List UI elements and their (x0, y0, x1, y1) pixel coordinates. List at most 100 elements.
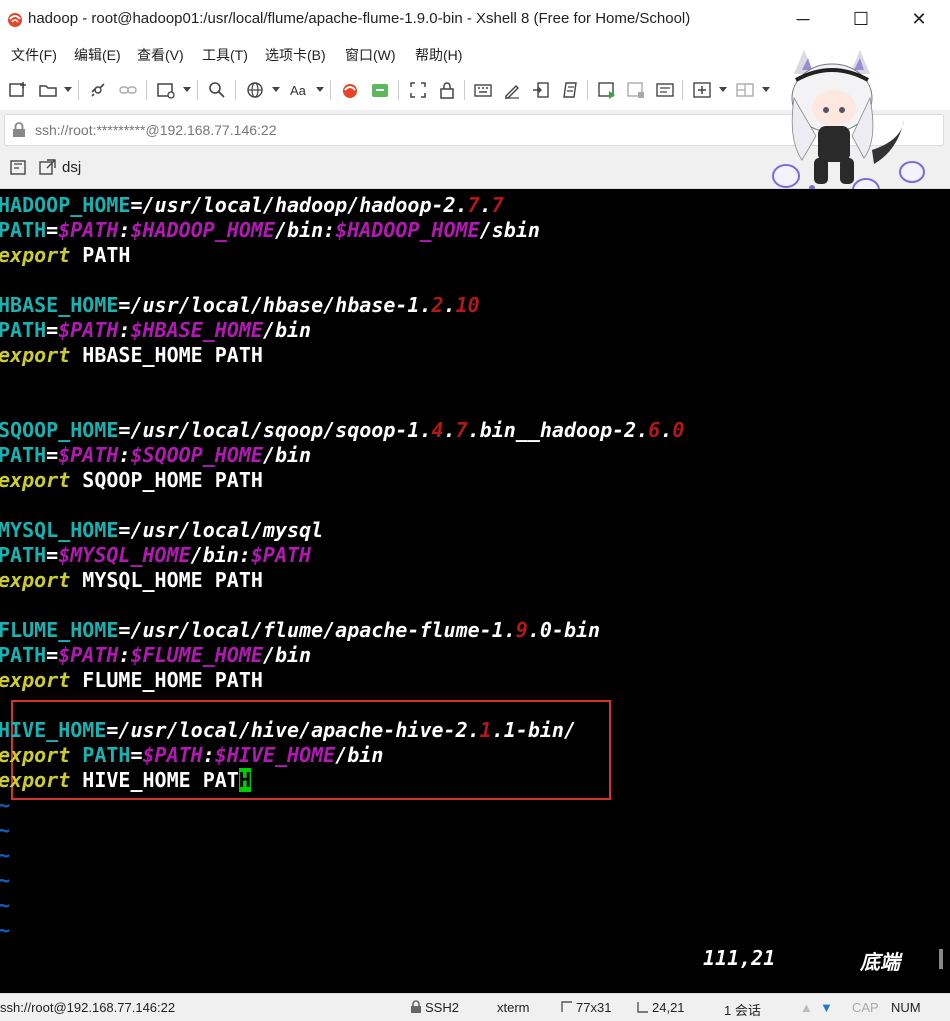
maximize-button[interactable]: ☐ (832, 0, 890, 38)
terminal-token: HBASE_HOME (0, 293, 119, 317)
terminal-token: : (118, 443, 131, 467)
terminal-token: PATH (0, 543, 47, 567)
terminal-output[interactable]: 111,21 底端 HADOOP_HOME=/usr/local/hadoop/… (0, 189, 950, 993)
status-terminal-type: xterm (497, 1000, 530, 1015)
terminal-token: $PATH (58, 643, 119, 667)
terminal-token: = (46, 443, 59, 467)
chevron-down-icon[interactable] (183, 87, 191, 92)
keyboard-icon[interactable] (471, 78, 495, 102)
close-button[interactable]: ✕ (890, 0, 948, 38)
external-link-icon[interactable] (39, 159, 56, 176)
terminal-line: export PATH=$PATH:$HIVE_HOME/bin (0, 743, 383, 767)
terminal-token: /bin: (190, 543, 251, 567)
chevron-down-icon[interactable] (272, 87, 280, 92)
terminal-token: $PATH (142, 743, 203, 767)
terminal-token: = (46, 643, 59, 667)
svg-text:Aa: Aa (290, 83, 307, 98)
cursor-position-icon (637, 1002, 648, 1013)
terminal-token: export (0, 768, 71, 792)
terminal-token: ~ (0, 843, 11, 867)
open-folder-icon[interactable] (36, 78, 60, 102)
terminal-token: =/usr/local/hadoop/hadoop-2. (130, 193, 468, 217)
minimize-button[interactable]: ─ (774, 0, 832, 38)
menu-tabs[interactable]: 选项卡(B) (265, 45, 326, 65)
terminal-token: PATH (0, 218, 47, 242)
mascot-illustration-icon (772, 50, 925, 202)
terminal-token: ~ (0, 818, 11, 842)
terminal-token: PATH (70, 243, 131, 267)
font-icon[interactable]: Aa (287, 78, 311, 102)
terminal-scrollbar[interactable] (934, 189, 950, 993)
terminal-token: =/usr/local/flume/apache-flume-1. (118, 618, 516, 642)
new-tab-icon[interactable] (690, 78, 714, 102)
terminal-token: /bin (335, 743, 384, 767)
terminal-token: ~ (0, 868, 11, 892)
tab-dsj[interactable]: dsj (62, 159, 81, 176)
compose-icon[interactable] (500, 78, 524, 102)
title-bar: hadoop - root@hadoop01:/usr/local/flume/… (0, 0, 950, 38)
menu-view[interactable]: 查看(V) (137, 45, 184, 65)
terminal-line: PATH=$PATH:$HADOOP_HOME/bin:$HADOOP_HOME… (0, 218, 540, 242)
terminal-line: ~ (0, 793, 10, 817)
terminal-token: 2 (431, 293, 444, 317)
lock-icon[interactable] (435, 78, 459, 102)
menu-tools[interactable]: 工具(T) (202, 45, 248, 65)
properties-icon[interactable] (154, 78, 178, 102)
transfer-icon[interactable] (529, 78, 553, 102)
scrollbar-thumb[interactable] (939, 949, 943, 969)
scroll-up-icon[interactable]: ▲ (800, 1000, 813, 1015)
terminal-token: 9 (515, 618, 528, 642)
disconnect-icon[interactable] (86, 78, 110, 102)
menu-edit[interactable]: 编辑(E) (74, 45, 121, 65)
menu-help[interactable]: 帮助(H) (415, 45, 462, 65)
terminal-line: export MYSQL_HOME PATH (0, 568, 263, 592)
terminal-token: . (443, 293, 456, 317)
link-icon[interactable] (116, 78, 140, 102)
terminal-token: $PATH (58, 318, 119, 342)
new-session-icon[interactable] (6, 78, 30, 102)
terminal-line: ~ (0, 918, 10, 942)
search-icon[interactable] (205, 78, 229, 102)
terminal-token: SQOOP_HOME (0, 418, 119, 442)
globe-icon[interactable] (243, 78, 267, 102)
xshell-app-icon[interactable] (338, 78, 362, 102)
terminal-token: . (660, 418, 673, 442)
terminal-token: /sbin (479, 218, 540, 242)
lock-icon (411, 1000, 421, 1013)
toolbar-divider (330, 80, 331, 100)
terminal-token: $HIVE_HOME (214, 743, 336, 767)
address-text: ssh://root:*********@192.168.77.146:22 (35, 122, 277, 138)
menu-file[interactable]: 文件(F) (11, 45, 57, 65)
menu-window[interactable]: 窗口(W) (345, 45, 396, 65)
terminal-line: MYSQL_HOME=/usr/local/mysql (0, 518, 323, 542)
terminal-token: export (0, 743, 71, 767)
stop-script-icon[interactable] (624, 78, 648, 102)
terminal-token: $HBASE_HOME (130, 318, 263, 342)
terminal-token: 7 (491, 193, 504, 217)
terminal-token: 1 (479, 718, 492, 742)
status-num: NUM (891, 1000, 921, 1015)
xftp-app-icon[interactable] (368, 78, 392, 102)
chevron-down-icon[interactable] (316, 87, 324, 92)
fullscreen-icon[interactable] (406, 78, 430, 102)
terminal-line: export HIVE_HOME PATH (0, 768, 251, 792)
script-icon[interactable] (558, 78, 582, 102)
session-manager-icon[interactable] (10, 160, 28, 176)
chevron-down-icon[interactable] (719, 87, 727, 92)
terminal-line: ~ (0, 818, 10, 842)
terminal-token: PATH (0, 643, 47, 667)
status-sessions: 1 会话 (724, 1003, 761, 1018)
run-script-icon[interactable] (595, 78, 619, 102)
toolbar-divider (587, 80, 588, 100)
terminal-cursor: H (238, 768, 251, 792)
terminal-token: ~ (0, 918, 11, 942)
vim-position-label: 底端 (860, 950, 900, 974)
terminal-token: $PATH (58, 443, 119, 467)
terminal-line: PATH=$PATH:$SQOOP_HOME/bin (0, 443, 311, 467)
chevron-down-icon[interactable] (64, 87, 72, 92)
notes-icon[interactable] (653, 78, 677, 102)
terminal-token: = (46, 218, 59, 242)
terminal-line: export HBASE_HOME PATH (0, 343, 263, 367)
terminal-token: = (46, 543, 59, 567)
scroll-down-icon[interactable]: ▼ (820, 1000, 833, 1015)
